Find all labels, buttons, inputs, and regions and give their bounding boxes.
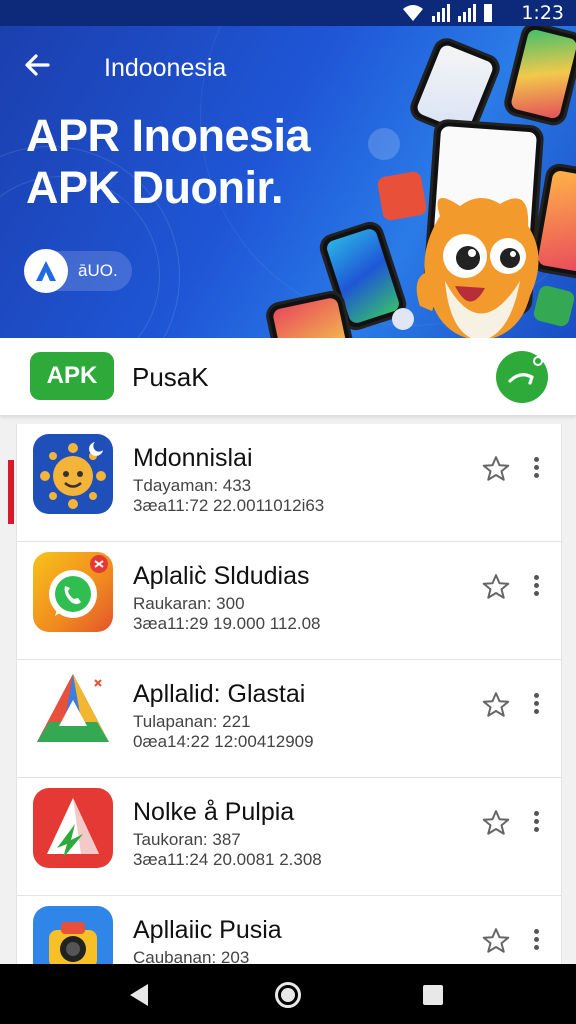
app-icon [33, 670, 113, 750]
star-icon[interactable] [481, 690, 511, 720]
list-item[interactable]: Nolke å Pulpia Taukoran: 387 3æa11:24 20… [17, 778, 561, 896]
phone-illustration [263, 288, 357, 338]
app-name: Nolke å Pulpia [133, 798, 295, 826]
app-meta-line-1: Taukoran: 387 [133, 830, 241, 849]
app-icon [33, 552, 113, 632]
app-name: Apllalid: Glastai [133, 680, 306, 708]
star-icon[interactable] [481, 572, 511, 602]
hero-title-line-1: APR Inonesia [26, 110, 311, 161]
app-name: Aplalic̀ Sldudias [133, 562, 310, 590]
star-icon[interactable] [481, 808, 511, 838]
selection-indicator [8, 460, 14, 524]
app-name: Apllaiic Pusia [133, 916, 282, 944]
apk-badge: APK [30, 352, 114, 400]
app-name: Mdonnislai [133, 444, 253, 472]
more-vert-icon[interactable] [529, 690, 543, 720]
star-icon[interactable] [481, 926, 511, 956]
app-meta-line-1: Caubanan: 203 [133, 948, 250, 964]
mascot-illustration [416, 198, 539, 338]
signal-icon-2 [458, 4, 476, 22]
wifi-icon [403, 5, 423, 21]
app-icon [33, 906, 113, 964]
more-vert-icon[interactable] [529, 454, 543, 484]
battery-icon [484, 4, 492, 22]
app-icon [33, 788, 113, 868]
list-item[interactable]: Mdonnislai Tdayaman: 433 3æa11:72 22.001… [17, 424, 561, 542]
more-vert-icon[interactable] [529, 572, 543, 602]
app-meta-line-1: Tdayaman: 433 [133, 476, 252, 495]
more-vert-icon[interactable] [529, 808, 543, 838]
app-meta-line-2: 3æa11:24 20.0081 2.308 [133, 850, 322, 869]
list-item[interactable]: Apllaiic Pusia Caubanan: 203 [17, 896, 561, 964]
list-item[interactable]: Aplalic̀ Sldudias Raukaran: 300 3æa11:29… [17, 542, 561, 660]
app-meta-line-1: Raukaran: 300 [133, 594, 245, 613]
hero-title-line-2: APK Duonir. [26, 162, 284, 213]
back-arrow-icon[interactable] [22, 50, 58, 86]
signal-icon [432, 4, 450, 22]
hero-banner: Indoonesia APR Inonesia APK Duonir. āUO. [0, 26, 576, 338]
app-meta-line-1: Tulapanan: 221 [133, 712, 251, 731]
app-list: Mdonnislai Tdayaman: 433 3æa11:72 22.001… [16, 424, 562, 964]
nav-back-icon[interactable] [130, 984, 148, 1006]
status-bar: 1:23 [0, 0, 576, 26]
search-bar[interactable]: APK PusaK [0, 338, 576, 416]
search-input[interactable]: PusaK [132, 362, 209, 393]
brand-text: āUO. [78, 261, 118, 280]
search-icon [508, 356, 543, 385]
brand-chip[interactable]: āUO. [24, 249, 132, 293]
status-icons [402, 4, 492, 22]
more-vert-icon[interactable] [529, 926, 543, 956]
app-meta-line-2: 3æa11:29 19.000 112.08 [133, 614, 321, 633]
hero-country-label: Indoonesia [104, 54, 227, 82]
nav-home-icon[interactable] [275, 982, 301, 1008]
app-meta-line-2: 0æa14:22 12:00412909 [133, 732, 314, 751]
navigation-bar [0, 964, 576, 1024]
brand-logo-icon [24, 249, 68, 293]
floating-app-icon [368, 128, 400, 160]
star-icon[interactable] [481, 454, 511, 484]
search-button[interactable] [496, 351, 548, 403]
nav-recent-icon[interactable] [423, 985, 443, 1005]
app-meta-line-2: 3æa11:72 22.0011012i63 [133, 496, 325, 515]
list-item[interactable]: Apllalid: Glastai Tulapanan: 221 0æa14:2… [17, 660, 561, 778]
app-icon [33, 434, 113, 514]
hero-title: APR Inonesia APK Duonir. [26, 110, 311, 214]
status-time: 1:23 [521, 2, 564, 24]
